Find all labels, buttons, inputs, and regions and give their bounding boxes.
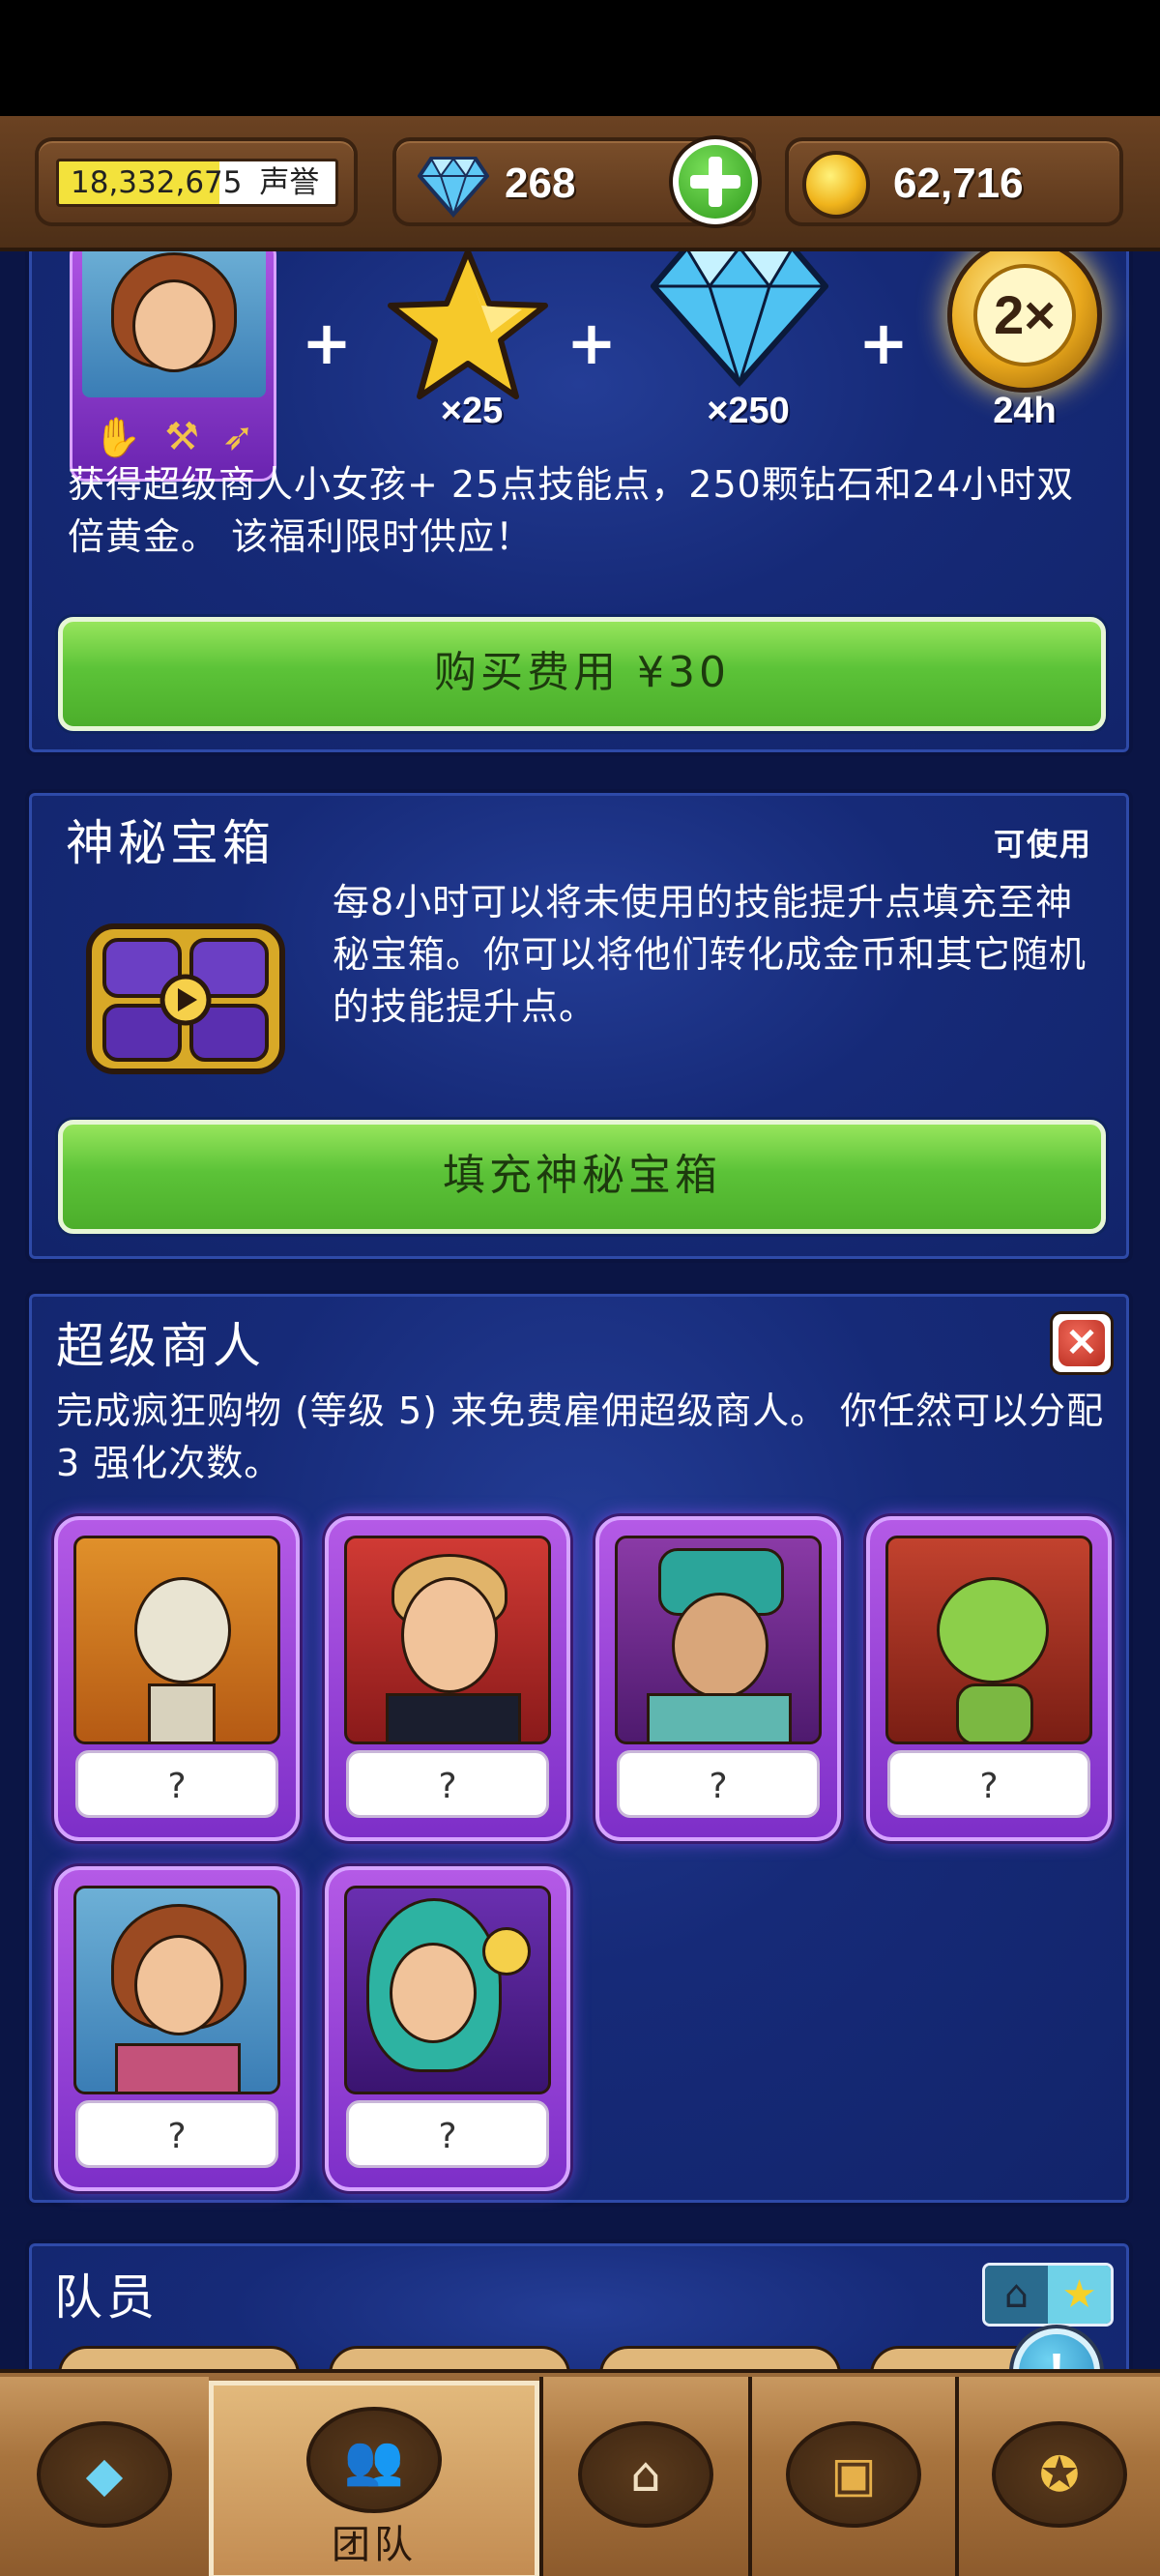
nav-ring: ✪ [992, 2421, 1127, 2528]
super-merchants-panel: 超级商人 ✕ 完成疯狂购物 (等级 5) 来免费雇佣超级商人。 你任然可以分配3… [25, 1290, 1133, 2207]
goblin-portrait [885, 1536, 1092, 1744]
shop-icon: ⌂ [630, 2446, 661, 2503]
mystery-chest-description: 每8小时可以将未使用的技能提升点填充至神秘宝箱。你可以将他们转化成金币和其它随机… [333, 881, 1088, 1028]
close-button[interactable]: ✕ [1050, 1311, 1114, 1375]
diamond-icon [418, 157, 489, 219]
offer-description: 获得超级商人小女孩+ 25点技能点，250颗钻石和24小时双倍黄金。 该福利限时… [68, 463, 1075, 558]
merchant-card-sage[interactable]: ? [595, 1516, 841, 1841]
scroll-content[interactable]: ✋ ⚒ ➶ + ×25 + ×250 + 2× 24h 获得超级商人小女孩+ 2… [0, 251, 1160, 2369]
mystery-chest-title: 神秘宝箱 [66, 815, 275, 871]
status-bar [0, 0, 1160, 116]
merchant-card-skeleton[interactable]: ? [54, 1516, 300, 1841]
buy-offer-button[interactable]: 购买费用 ¥30 [58, 617, 1106, 731]
resource-bar: 18,332,675 声誉 268 62,716 [0, 116, 1160, 251]
plus-sign: + [302, 307, 352, 378]
add-gems-button[interactable] [669, 135, 762, 228]
medal-icon: ✪ [1039, 2446, 1080, 2503]
merchant-card-label: ? [617, 1750, 820, 1818]
reputation-label: 声誉 [259, 165, 320, 200]
mystery-chest-panel: 神秘宝箱 可使用 每8小时可以将未使用的技能提升点填充至神秘宝箱。你可以将他们转… [25, 789, 1133, 1263]
double-gold-label: 24h [993, 391, 1057, 431]
tab-achievements[interactable]: ✪ [955, 2377, 1160, 2576]
merchant-card-label: ? [75, 1750, 278, 1818]
double-gold-icon: 2× [947, 251, 1102, 393]
bottom-navigation: ◆ 👥 团队 ⌂ ▣ ✪ [0, 2369, 1160, 2576]
chest-icon: ▣ [830, 2446, 877, 2503]
special-offer-panel: ✋ ⚒ ➶ + ×25 + ×250 + 2× 24h 获得超级商人小女孩+ 2… [25, 251, 1133, 756]
star-reward-label: ×25 [440, 391, 504, 431]
super-merchants-title: 超级商人 [56, 1318, 265, 1374]
reputation-box: 18,332,675 声誉 [56, 159, 338, 207]
girl-portrait [73, 1886, 280, 2094]
mystery-chest-icon [86, 923, 285, 1074]
plus-icon [679, 145, 752, 219]
skeleton-portrait [73, 1536, 280, 1744]
super-merchants-description: 完成疯狂购物 (等级 5) 来免费雇佣超级商人。 你任然可以分配3 强化次数。 [56, 1390, 1105, 1484]
reputation-counter: 18,332,675 声誉 [35, 137, 358, 226]
gold-value: 62,716 [893, 160, 1024, 207]
double-gold-badge: 2× [973, 264, 1076, 366]
tab-gems[interactable]: ◆ [0, 2377, 209, 2576]
team-panel: 队员 ⌂ ★ [25, 2239, 1133, 2369]
team-title: 队员 [54, 2269, 159, 2326]
gentleman-portrait [344, 1536, 551, 1744]
runner-icon: ➶ [221, 415, 255, 459]
house-icon[interactable]: ⌂ [985, 2266, 1048, 2324]
close-icon: ✕ [1065, 1322, 1098, 1364]
team-icon: 👥 [343, 2432, 405, 2488]
offer-merchant-card: ✋ ⚒ ➶ [70, 251, 276, 482]
fill-mystery-chest-button[interactable]: 填充神秘宝箱 [58, 1120, 1106, 1234]
skill-icon: ✋ [93, 415, 142, 460]
gem-icon: ◆ [85, 2446, 124, 2503]
team-view-toggle[interactable]: ⌂ ★ [982, 2263, 1114, 2327]
tab-shop[interactable]: ⌂ [539, 2377, 748, 2576]
team-card-edge [599, 2346, 841, 2369]
merchant-card-label: ? [346, 2100, 549, 2168]
plus-sign: + [858, 307, 909, 378]
diamond-icon [651, 251, 828, 389]
gold-counter: 62,716 [785, 137, 1123, 226]
star-icon[interactable]: ★ [1048, 2266, 1111, 2324]
tab-chest[interactable]: ▣ [748, 2377, 955, 2576]
hammer-icon: ⚒ [164, 415, 200, 459]
merchant-card-label: ? [346, 1750, 549, 1818]
merchant-card-girl[interactable]: ? [54, 1866, 300, 2191]
merchant-card-goblin[interactable]: ? [866, 1516, 1112, 1841]
star-icon [388, 251, 548, 399]
nav-ring: ◆ [37, 2421, 172, 2528]
gems-value: 268 [505, 160, 576, 207]
team-card-edge [58, 2346, 300, 2369]
plus-sign: + [566, 307, 617, 378]
merchant-card-elf[interactable]: ? [325, 1866, 570, 2191]
mystery-chest-status: 可使用 [993, 826, 1092, 863]
sage-portrait [615, 1536, 822, 1744]
elf-portrait [344, 1886, 551, 2094]
gem-reward-label: ×250 [707, 391, 790, 431]
merchant-card-label: ? [887, 1750, 1090, 1818]
team-card-edge [329, 2346, 570, 2369]
nav-ring: 👥 [306, 2407, 442, 2513]
tab-team[interactable]: 👥 团队 [209, 2381, 539, 2576]
merchant-card-gentleman[interactable]: ? [325, 1516, 570, 1841]
reputation-value: 18,332,675 [71, 165, 243, 200]
merchant-card-label: ? [75, 2100, 278, 2168]
nav-ring: ▣ [786, 2421, 921, 2528]
tab-team-label: 团队 [332, 2523, 417, 2567]
merchant-girl-portrait [82, 251, 266, 397]
gold-coin-icon [802, 151, 870, 219]
nav-ring: ⌂ [578, 2421, 713, 2528]
